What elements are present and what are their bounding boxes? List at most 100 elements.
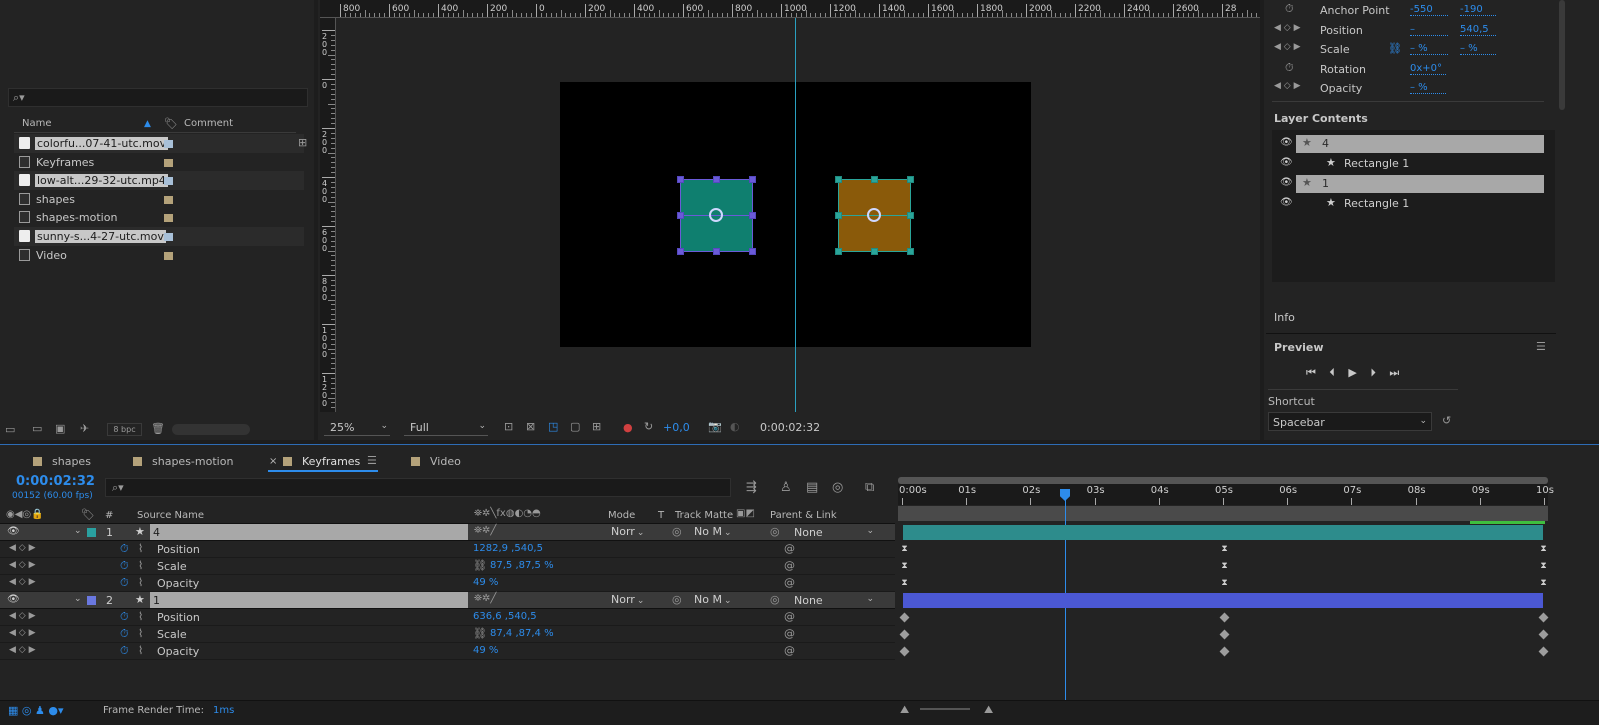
content-layer-row[interactable]: 👁 ★ 4 xyxy=(1276,135,1546,153)
keyframe-hold[interactable]: ⧗ xyxy=(1220,562,1229,571)
bpc-button[interactable]: 8 bpc xyxy=(107,423,142,436)
eye-icon[interactable]: 👁 xyxy=(1280,177,1293,188)
property-row[interactable]: ◀ ◇ ▶ ⏱ ⌇ Opacity 49 % @ xyxy=(0,643,895,660)
property-row[interactable]: ◀ ◇ ▶ ⏱ ⌇ Position 636,6 ,540,5 @ xyxy=(0,609,895,626)
property-value-x[interactable]: – xyxy=(1410,24,1448,36)
property-value[interactable]: 87,5 ,87,5 % xyxy=(490,560,554,571)
time-navigator[interactable] xyxy=(898,506,1548,521)
shortcut-dropdown[interactable]: Spacebar ⌄ xyxy=(1268,412,1432,431)
trash-icon[interactable]: 🗑 xyxy=(151,423,165,434)
flowchart-icon[interactable]: ⊞ xyxy=(298,137,307,148)
current-timecode[interactable]: 0:00:02:32 xyxy=(16,474,95,489)
keyframe-hold[interactable]: ⧗ xyxy=(1220,545,1229,554)
comp-toggle-icons[interactable]: ▦ ◎ ♟ ●▾ xyxy=(8,705,63,716)
handle[interactable] xyxy=(677,176,684,183)
tab-shapes[interactable]: shapes xyxy=(33,455,91,472)
show-snapshot-icon[interactable]: ◐ xyxy=(730,421,740,432)
play-icon[interactable]: ▶ xyxy=(1348,366,1356,379)
mode-dropdown[interactable]: Norr ⌄ xyxy=(611,593,651,607)
layer-label-color[interactable] xyxy=(87,528,96,537)
properties-scrollbar[interactable] xyxy=(1559,0,1565,110)
preserve-transparency-icon[interactable]: ◎ xyxy=(672,526,682,537)
handle[interactable] xyxy=(907,248,914,255)
handle[interactable] xyxy=(749,212,756,219)
tab-shapes-motion[interactable]: shapes-motion xyxy=(133,455,233,472)
track-matte-dropdown[interactable]: No M ⌄ xyxy=(694,593,734,607)
handle[interactable] xyxy=(907,212,914,219)
keyframe-hold[interactable]: ⧗ xyxy=(900,579,909,588)
graph-icon[interactable]: ⌇ xyxy=(138,611,143,622)
project-item[interactable]: Keyframes xyxy=(14,153,304,172)
property-value[interactable]: 87,4 ,87,4 % xyxy=(490,628,554,639)
channels-icon[interactable]: ● xyxy=(623,421,633,434)
layer-row[interactable]: 👁 ⌄ 1 ★ 4 ⛯✲╱ Norr ⌄ ◎ No M ⌄ ◎ None ⌄ xyxy=(0,524,895,541)
zoom-out-icon[interactable]: ⛰ xyxy=(900,704,909,715)
pick-whip-icon[interactable]: ◎ xyxy=(770,526,780,537)
graph-icon[interactable]: ⌇ xyxy=(138,628,143,639)
handle[interactable] xyxy=(677,212,684,219)
property-value[interactable]: 1282,9 ,540,5 xyxy=(473,543,543,554)
new-comp-icon[interactable]: ▣ xyxy=(55,423,65,434)
work-area-bar[interactable] xyxy=(898,477,1548,484)
expression-pick-whip-icon[interactable]: @ xyxy=(784,560,795,571)
project-item[interactable]: Video xyxy=(14,246,304,265)
anchor-point-icon[interactable] xyxy=(867,208,881,222)
resolution-dropdown[interactable]: Full ⌄ xyxy=(404,418,488,436)
stopwatch-icon[interactable]: ⏱ xyxy=(120,610,129,624)
expression-pick-whip-icon[interactable]: @ xyxy=(784,543,795,554)
timeline-search[interactable]: ⌕▾ xyxy=(105,478,731,497)
column-source[interactable]: Source Name xyxy=(137,510,204,521)
label-swatch[interactable] xyxy=(164,214,173,223)
keyframe-nav-icon[interactable]: ◀ ◇ ▶ xyxy=(1274,24,1301,33)
property-value[interactable]: 49 % xyxy=(473,577,498,588)
transparency-grid-icon[interactable]: ⊠ xyxy=(526,421,535,432)
project-search[interactable]: ⌕▾ xyxy=(8,88,308,107)
column-track-matte[interactable]: Track Matte xyxy=(675,510,733,521)
layer-row[interactable]: 👁 ⌄ 2 ★ 1 ⛯✲╱ Norr ⌄ ◎ No M ⌄ ◎ None ⌄ xyxy=(0,592,895,609)
property-row[interactable]: ◀ ◇ ▶ ⏱ ⌇ Scale ⛓ 87,5 ,87,5 % @ xyxy=(0,558,895,575)
label-swatch[interactable] xyxy=(164,195,173,204)
viewer-timecode[interactable]: 0:00:02:32 xyxy=(760,421,820,434)
keyframe-nav-icon[interactable]: ◀ ◇ ▶ xyxy=(9,612,36,621)
expression-pick-whip-icon[interactable]: @ xyxy=(784,577,795,588)
column-name[interactable]: Name xyxy=(22,118,52,129)
stopwatch-icon[interactable]: ⏱ xyxy=(120,542,129,556)
keyframe-hold[interactable]: ⧗ xyxy=(1539,545,1548,554)
tab-menu-icon[interactable]: ☰ xyxy=(367,455,377,466)
layer-switches-icon[interactable]: ⛯✲╱ xyxy=(474,594,496,604)
prev-frame-icon[interactable]: ⏴ xyxy=(1329,366,1335,379)
property-value-x[interactable]: – % xyxy=(1410,43,1448,55)
panel-menu-icon[interactable]: ☰ xyxy=(1536,341,1546,352)
handle[interactable] xyxy=(835,248,842,255)
property-value[interactable]: – % xyxy=(1410,82,1446,94)
keyframe-hold[interactable]: ⧗ xyxy=(900,562,909,571)
mask-visibility-icon[interactable]: ◳ xyxy=(548,421,558,432)
layer-duration-bar[interactable] xyxy=(903,593,1543,608)
property-value-y[interactable]: – % xyxy=(1460,43,1496,55)
tab-video[interactable]: Video xyxy=(411,455,461,472)
eye-icon[interactable]: 👁 xyxy=(1280,157,1293,168)
stopwatch-icon[interactable]: ⏱ xyxy=(120,576,129,590)
keyframe-hold[interactable]: ⧗ xyxy=(1539,562,1548,571)
region-of-interest-icon[interactable]: ▢ xyxy=(570,421,580,432)
zoom-in-icon[interactable]: ⛰ xyxy=(984,704,993,715)
handle[interactable] xyxy=(835,212,842,219)
expand-arrow-icon[interactable]: ⌄ xyxy=(74,594,82,604)
time-ruler[interactable]: 0:00s 01s 02s 03s 04s 05s 06s 07s 08s 09s 10s xyxy=(898,484,1554,505)
handle[interactable] xyxy=(835,176,842,183)
graph-icon[interactable]: ⌇ xyxy=(138,645,143,656)
eye-icon[interactable]: 👁 xyxy=(1280,197,1293,208)
layer-duration-bar[interactable] xyxy=(903,525,1543,540)
handle[interactable] xyxy=(677,248,684,255)
shy-layers-icon[interactable]: ♙ xyxy=(780,481,792,494)
zoom-dropdown[interactable]: 25% ⌄ xyxy=(324,418,390,436)
stopwatch-icon[interactable]: ⏱ xyxy=(120,627,129,641)
frame-blending-icon[interactable]: ▤ xyxy=(806,481,818,494)
stopwatch-icon[interactable]: ⏱ xyxy=(120,559,129,573)
expand-arrow-icon[interactable]: ⌄ xyxy=(74,526,82,536)
handle[interactable] xyxy=(749,248,756,255)
handle[interactable] xyxy=(713,176,720,183)
keyframe-nav-icon[interactable]: ◀ ◇ ▶ xyxy=(9,629,36,638)
property-row[interactable]: ◀ ◇ ▶ ⏱ ⌇ Opacity 49 % @ xyxy=(0,575,895,592)
label-swatch[interactable] xyxy=(164,251,173,260)
